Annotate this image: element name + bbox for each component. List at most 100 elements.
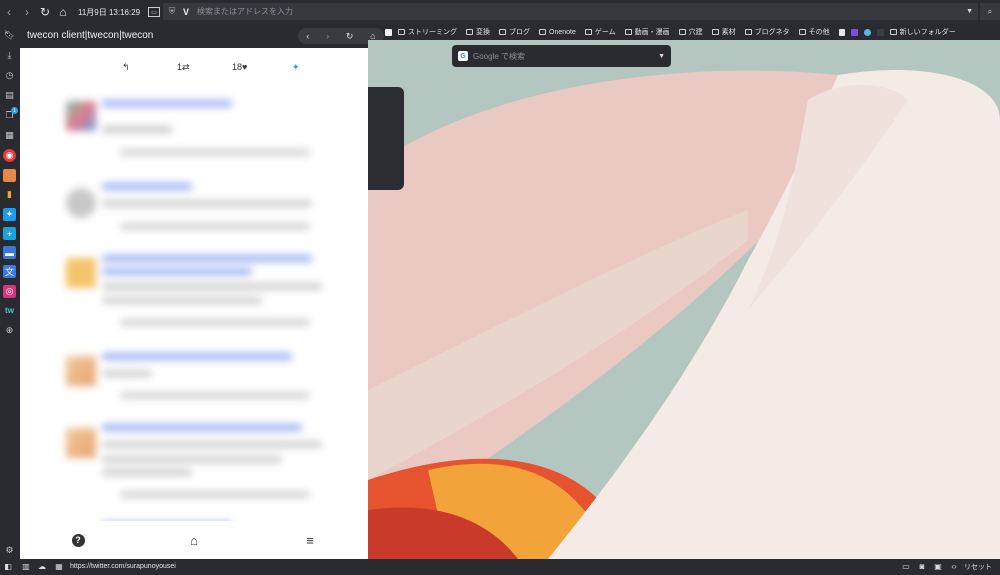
add-panel-icon[interactable]: ⊕ [3,324,16,337]
search-engine-button[interactable]: ⌕ [980,3,1000,20]
capture-icon[interactable]: ◙ [917,562,927,571]
like-button[interactable]: 18♥ [232,62,247,72]
reload-icon: ↻ [39,5,51,19]
back-button[interactable]: ‹ [0,0,18,24]
bookmark-label: 新しいフォルダー [899,29,956,36]
calendar-icon[interactable]: ▦ [54,562,64,571]
image-icon[interactable]: ▣ [933,562,943,571]
plus-app-icon[interactable]: + [3,227,16,240]
help-button[interactable]: ? [20,521,136,559]
heart-icon: ♥ [242,62,248,72]
chevron-down-icon[interactable]: ▼ [966,8,973,15]
orange-app-icon[interactable] [3,169,16,182]
chevron-right-icon[interactable]: › [326,31,329,41]
calendar-icon[interactable]: ▦ [3,129,16,142]
document-icon[interactable] [838,28,845,36]
folder-icon [584,29,592,35]
list-item [102,456,282,463]
bookmark-label: 穴建 [688,29,703,36]
list-item [102,283,322,290]
list-item [120,319,310,326]
bookmark-folder[interactable]: 変換 [466,27,490,37]
avatar [66,101,96,131]
retweet-icon: ⇄ [182,62,190,72]
twitter-icon[interactable]: ✦ [3,208,16,221]
folder-icon [499,29,506,35]
instagram-icon[interactable]: ◎ [3,285,16,298]
bookmark-folder[interactable]: ストリーミング [398,27,457,37]
reply-icon[interactable]: ↰ [122,62,130,73]
folder-icon [539,29,546,35]
folder-icon [711,29,719,35]
folder-icon [398,29,405,35]
bookmark-folder[interactable]: その他 [798,27,830,37]
analytics-icon[interactable]: ▮ [3,188,16,201]
address-bar[interactable]: ⛨ V 検索またはアドレスを入力 ▼ [163,3,978,20]
chat-app-icon[interactable]: ▬ [3,246,16,259]
download-icon[interactable]: ⤓ [3,49,16,62]
speed-dial-card[interactable] [368,87,404,190]
bookmarks-bar: ストリーミング 変換 ブログ Onenote ゲーム 動画・漫画 穴建 素材 ブ… [368,24,1000,40]
bookmark-site-icon[interactable] [385,28,392,36]
status-bar: ◧ ▥ ☁ ▦ https://twitter.com/surapunoyous… [0,559,1000,575]
chevron-left-icon[interactable]: ‹ [306,31,309,41]
avatar [66,428,96,458]
twecon-label: tw [5,306,14,315]
twitter-bird-icon[interactable]: ✦ [292,62,300,73]
clock: 11月9日 13:16:29 [78,7,141,17]
home-button[interactable]: ⌂ [136,521,252,559]
code-icon[interactable]: ‹› [949,562,959,571]
start-page [368,40,1000,559]
home-icon: ⌂ [59,5,67,19]
panel-toggle-button[interactable]: ▭ [148,7,161,17]
list-item [102,100,232,107]
reload-button[interactable]: ↻ [36,0,54,24]
bookmark-folder[interactable]: Onenote [539,29,576,36]
bookmark-folder[interactable]: 穴建 [678,27,703,37]
notes-icon[interactable]: ▤ [3,89,16,102]
bookmark-label: ブログネタ [754,29,790,36]
google-icon: G [458,51,468,61]
reload-icon[interactable]: ↻ [346,31,354,42]
bookmark-panel-icon[interactable]: 🔖︎ [3,29,16,42]
cloud-icon[interactable]: ☁ [37,562,47,571]
purple-app-icon[interactable] [850,28,858,36]
bookmark-label: 素材 [721,29,736,36]
zoom-reset-button[interactable]: リセット [964,562,992,572]
wallpaper-image [368,40,1000,559]
status-url: https://twitter.com/surapunoyousei [70,563,176,570]
bookmark-folder[interactable]: 新しいフォルダー [889,27,956,37]
panel-toggle-icon[interactable]: ◧ [3,562,13,571]
settings-icon[interactable]: ⚙ [3,544,16,557]
screen-icon[interactable]: ▭ [901,562,911,571]
bookmark-folder[interactable]: ブログネタ [744,27,790,37]
bookmark-folder[interactable]: 素材 [711,27,736,37]
vivaldi-panel-icon[interactable]: ◉ [3,149,16,162]
bookmark-folder[interactable]: 動画・漫画 [624,27,670,37]
panel-icon: ▭ [151,9,157,16]
shield-icon[interactable]: ⛨ [165,6,179,17]
menu-button[interactable]: ≡ [252,521,368,559]
folder-icon [678,29,686,35]
folder-icon [889,29,897,35]
twecon-icon[interactable]: tw [3,304,16,317]
bookmark-folder[interactable]: ゲーム [584,27,616,37]
chevron-left-icon: ‹ [7,5,11,19]
history-icon[interactable]: ◷ [3,69,16,82]
tiling-icon[interactable]: ▥ [21,562,31,571]
folder-icon [624,29,632,35]
vivaldi-logo-icon: V [182,6,189,17]
translate-icon[interactable]: 文 [3,265,16,278]
bookmark-label: Onenote [549,28,576,36]
bookmark-label: ゲーム [594,29,616,36]
retweet-button[interactable]: 1⇄ [177,62,190,73]
list-item [102,370,152,377]
cloud-app-icon[interactable] [863,28,871,36]
home-button[interactable]: ⌂ [54,0,72,24]
start-page-search[interactable]: G Google で検索 ▼ [452,45,671,67]
forward-button[interactable]: › [18,0,36,24]
bookmark-label: その他 [808,29,830,36]
dark-app-icon[interactable] [876,28,884,36]
chevron-down-icon[interactable]: ▼ [658,53,665,60]
bookmark-folder[interactable]: ブログ [499,27,530,37]
